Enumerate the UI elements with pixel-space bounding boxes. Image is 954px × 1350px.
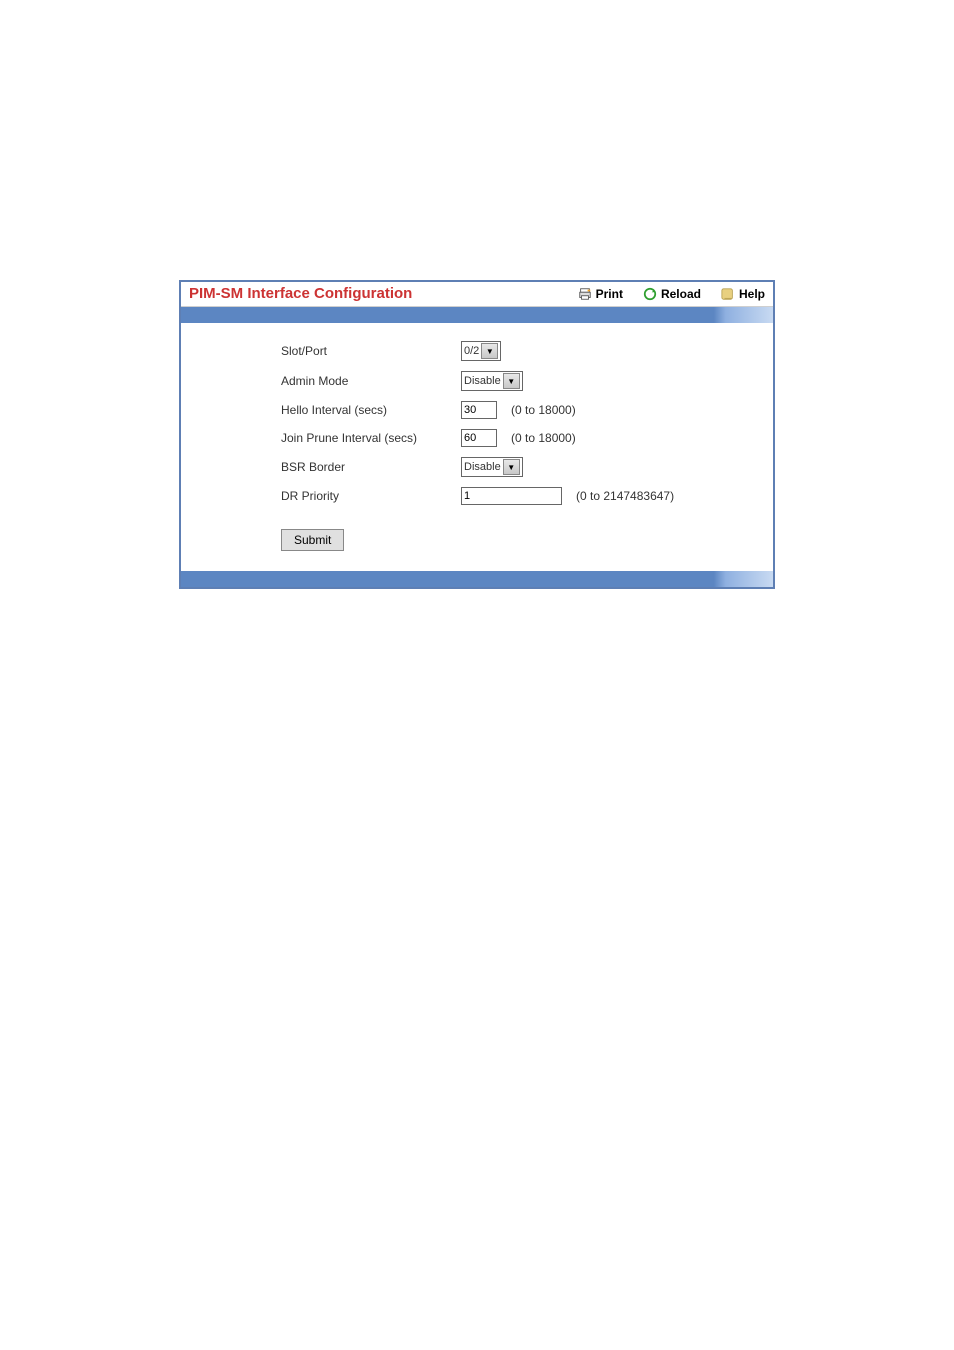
- label-bsr-border: BSR Border: [281, 460, 461, 474]
- row-bsr-border: BSR Border Disable ▼: [281, 457, 753, 477]
- print-label: Print: [596, 287, 623, 301]
- bsr-border-select[interactable]: Disable ▼: [461, 457, 523, 477]
- label-dr-priority: DR Priority: [281, 489, 461, 503]
- config-panel: PIM-SM Interface Configuration Print Rel…: [179, 280, 775, 589]
- slot-port-select[interactable]: 0/2 ▼: [461, 341, 501, 361]
- bsr-border-value: Disable: [464, 461, 501, 473]
- slot-port-value: 0/2: [464, 345, 479, 357]
- help-icon: [721, 287, 735, 301]
- row-join-prune: Join Prune Interval (secs) (0 to 18000): [281, 429, 753, 447]
- row-hello-interval: Hello Interval (secs) (0 to 18000): [281, 401, 753, 419]
- admin-mode-select[interactable]: Disable ▼: [461, 371, 523, 391]
- print-button[interactable]: Print: [578, 287, 623, 301]
- row-dr-priority: DR Priority (0 to 2147483647): [281, 487, 753, 505]
- hello-interval-input[interactable]: [461, 401, 497, 419]
- chevron-down-icon: ▼: [481, 343, 498, 359]
- reload-icon: [643, 287, 657, 301]
- submit-button[interactable]: Submit: [281, 529, 344, 551]
- help-button[interactable]: Help: [721, 287, 765, 301]
- row-admin-mode: Admin Mode Disable ▼: [281, 371, 753, 391]
- label-slot-port: Slot/Port: [281, 344, 461, 358]
- join-prune-hint: (0 to 18000): [511, 431, 576, 445]
- panel-header: PIM-SM Interface Configuration Print Rel…: [181, 282, 773, 307]
- label-join-prune: Join Prune Interval (secs): [281, 431, 461, 445]
- chevron-down-icon: ▼: [503, 459, 520, 475]
- dr-priority-input[interactable]: [461, 487, 562, 505]
- label-hello-interval: Hello Interval (secs): [281, 403, 461, 417]
- reload-label: Reload: [661, 287, 701, 301]
- hello-interval-hint: (0 to 18000): [511, 403, 576, 417]
- top-blue-bar: [181, 307, 773, 323]
- reload-button[interactable]: Reload: [643, 287, 701, 301]
- row-slot-port: Slot/Port 0/2 ▼: [281, 341, 753, 361]
- bottom-blue-bar: [181, 571, 773, 587]
- page-title: PIM-SM Interface Configuration: [189, 285, 578, 302]
- label-admin-mode: Admin Mode: [281, 374, 461, 388]
- help-label: Help: [739, 287, 765, 301]
- form-area: Slot/Port 0/2 ▼ Admin Mode Disable ▼ Hel…: [181, 323, 773, 571]
- dr-priority-hint: (0 to 2147483647): [576, 489, 674, 503]
- join-prune-input[interactable]: [461, 429, 497, 447]
- chevron-down-icon: ▼: [503, 373, 520, 389]
- header-actions: Print Reload Help: [578, 287, 765, 301]
- admin-mode-value: Disable: [464, 375, 501, 387]
- print-icon: [578, 287, 592, 301]
